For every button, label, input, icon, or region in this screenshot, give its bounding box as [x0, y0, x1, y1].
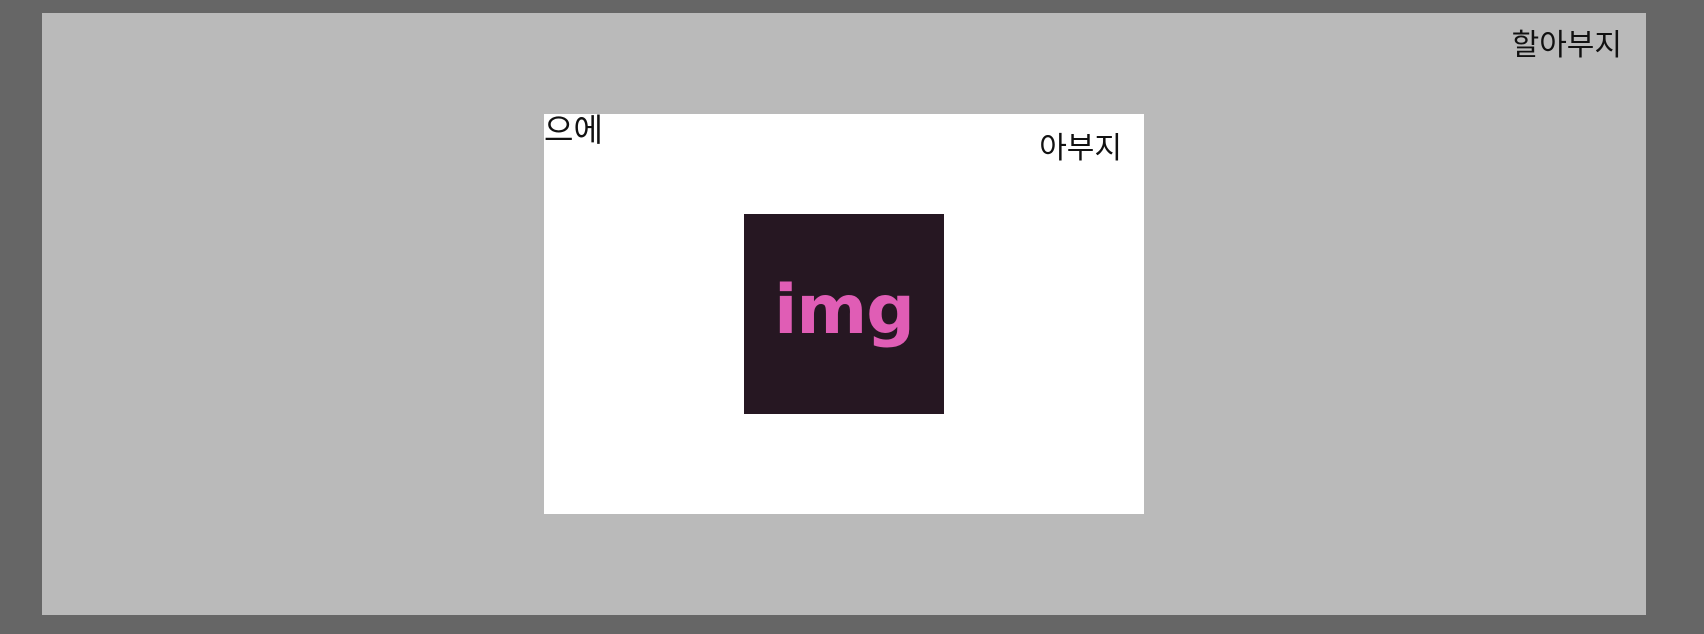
image-placeholder-text: img	[774, 270, 915, 350]
parent-label: 아부지	[1039, 131, 1122, 166]
outer-frame: 할아부지 으에 아부지 img	[42, 13, 1646, 615]
grandparent-label: 할아부지	[1511, 28, 1622, 63]
corner-label: 으에	[544, 111, 603, 149]
image-placeholder: img	[744, 214, 944, 414]
inner-panel: 으에 아부지 img	[544, 114, 1144, 514]
